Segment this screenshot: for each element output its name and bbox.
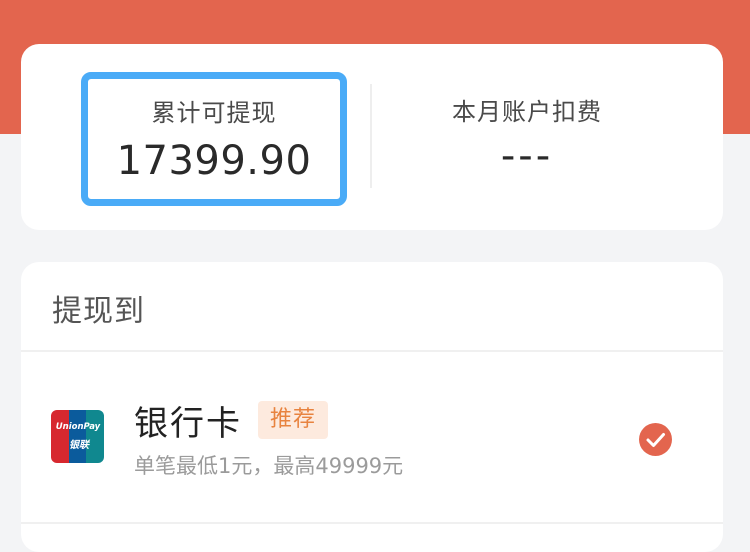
total-withdrawable-stat[interactable]: 累计可提现 17399.90 (81, 72, 347, 206)
total-withdrawable-label: 累计可提现 (151, 99, 277, 127)
unionpay-icon: UnionPay 银联 (51, 410, 104, 463)
check-icon[interactable] (639, 423, 672, 456)
recommended-badge: 推荐 (258, 401, 329, 439)
unionpay-logo-text: UnionPay (55, 422, 101, 432)
bank-card-limit-description: 单笔最低1元，最高49999元 (134, 454, 404, 478)
option-divider (21, 522, 723, 524)
bank-card-name: 银行卡 (134, 404, 242, 444)
monthly-fee-label: 本月账户扣费 (452, 98, 602, 126)
monthly-fee-value: --- (500, 133, 554, 179)
total-withdrawable-value: 17399.90 (116, 138, 312, 184)
unionpay-logo-subtext: 银联 (69, 440, 89, 451)
withdraw-destination-card: 提现到 UnionPay 银联 银行卡 推荐 单笔最低1元，最高49999元 (21, 262, 723, 552)
section-title: 提现到 (52, 294, 145, 329)
monthly-fee-stat[interactable]: 本月账户扣费 --- (371, 72, 683, 206)
balance-stats-card: 累计可提现 17399.90 本月账户扣费 --- (21, 44, 723, 230)
bank-card-option[interactable]: UnionPay 银联 银行卡 推荐 单笔最低1元，最高49999元 (21, 352, 723, 522)
